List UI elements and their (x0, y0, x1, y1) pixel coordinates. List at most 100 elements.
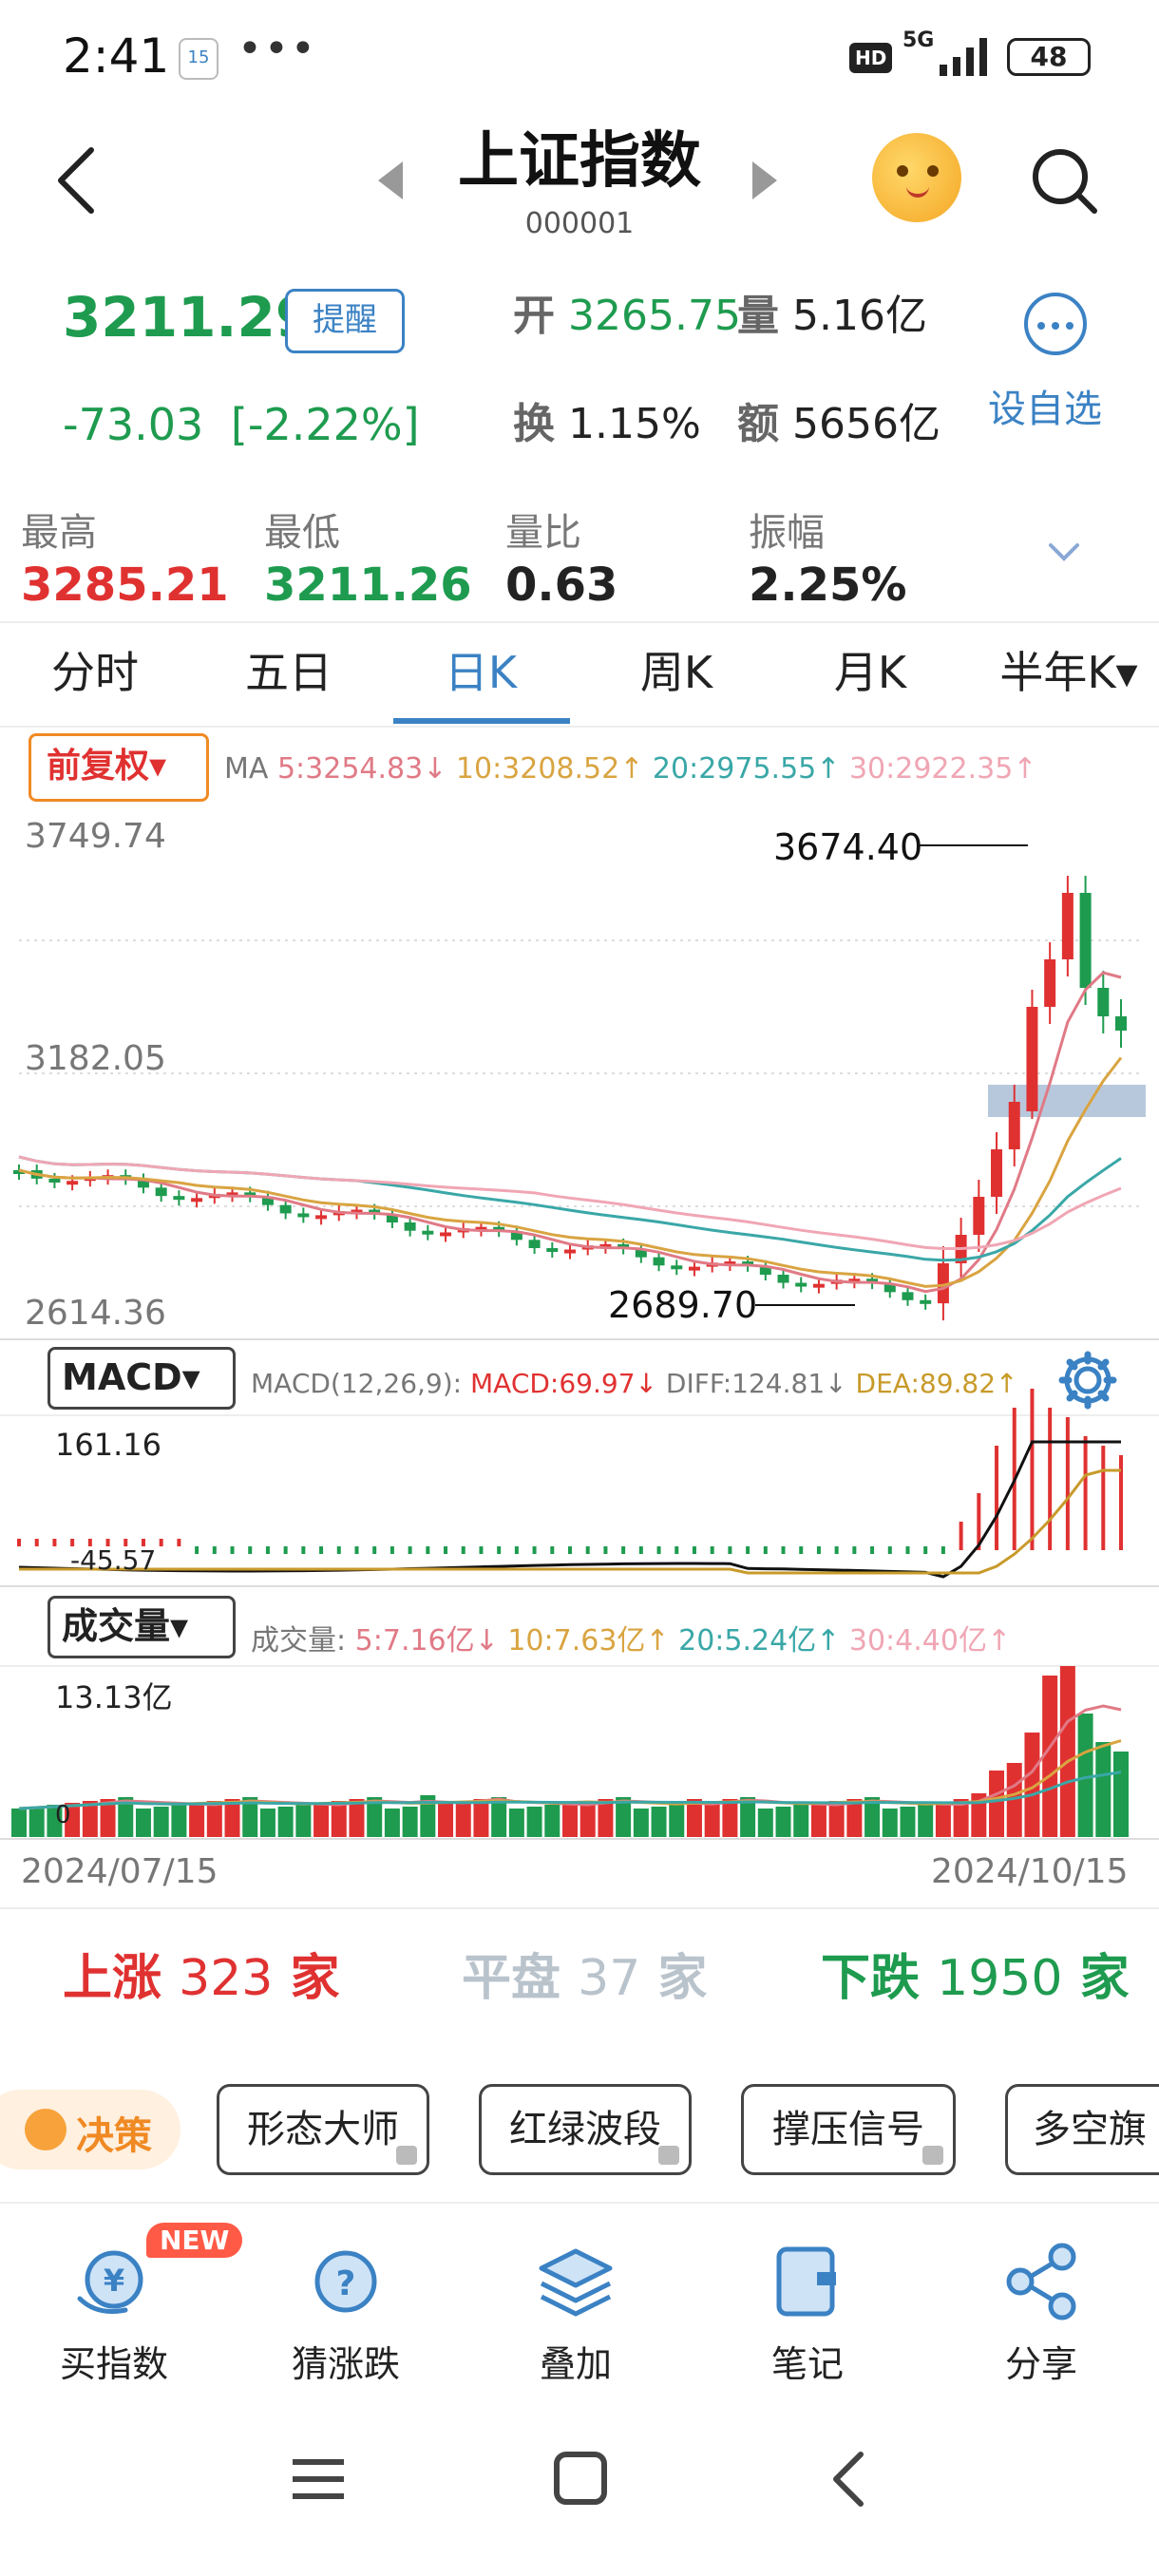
indicator-selector-macd[interactable]: MACD▾ (48, 1347, 236, 1410)
tool-label: 红绿波段 (509, 2108, 661, 2151)
macd-bar (674, 1546, 679, 1554)
nav-guess-rise-fall[interactable]: ? 猜涨跌 (260, 2242, 431, 2387)
nav-share[interactable]: 分享 (956, 2242, 1127, 2387)
lock-icon (396, 2146, 417, 2165)
macd-bar (656, 1546, 661, 1554)
macd-bar (497, 1546, 502, 1554)
nav-label: 笔记 (770, 2343, 844, 2385)
open-value: 3265.75 (568, 292, 741, 340)
volume-bar (277, 1807, 294, 1837)
volume-bar (135, 1809, 151, 1837)
flat-unit: 家 (657, 1950, 708, 2007)
candle-body (155, 1187, 167, 1197)
volume-bar (473, 1799, 489, 1837)
candle-body (66, 1181, 79, 1185)
volume-label: 量 (737, 292, 779, 340)
hd-icon: HD (849, 43, 893, 73)
nav-overlay[interactable]: 叠加 (490, 2242, 661, 2387)
nav-label: 叠加 (539, 2343, 612, 2385)
candle-body (315, 1215, 328, 1220)
alert-button[interactable]: 提醒 (285, 289, 405, 353)
macd-legend: MACD(12,26,9): MACD:69.97↓ DIFF:124.81↓ … (251, 1368, 1018, 1399)
macd-bar (585, 1546, 590, 1554)
macd-bar (283, 1546, 288, 1554)
lock-icon (922, 2146, 943, 2165)
tool-support-resistance[interactable]: 撑压信号 (741, 2084, 956, 2175)
volume-bar (402, 1807, 418, 1837)
recent-apps-icon[interactable] (285, 2451, 352, 2508)
volume-bar (828, 1801, 845, 1837)
macd-bars (17, 1389, 1123, 1554)
down-count: 1950 (937, 1950, 1063, 2007)
add-favorite-button[interactable]: 设自选 (988, 378, 1102, 433)
home-icon[interactable] (547, 2451, 614, 2508)
candle-body (1097, 988, 1110, 1016)
tab-half-year-k[interactable]: 半年K▾ (978, 638, 1159, 701)
tool-label: 多空旗 (1033, 2108, 1147, 2151)
flat-label: 平盘 (462, 1950, 561, 2007)
volume-bar (651, 1807, 667, 1837)
macd-bar (799, 1546, 804, 1554)
volume-bar (757, 1809, 773, 1837)
search-icon[interactable] (1026, 142, 1102, 218)
chevron-down-icon[interactable] (1045, 532, 1083, 570)
status-bar: 2:41 15 ••• HD 5G 48 (0, 0, 1159, 114)
more-options-icon[interactable] (1024, 293, 1087, 355)
macd-bar (1030, 1389, 1035, 1550)
macd-bar (212, 1546, 217, 1554)
nav-notes[interactable]: 笔记 (722, 2242, 893, 2387)
share-icon (1006, 2243, 1076, 2320)
system-back-icon[interactable] (817, 2451, 884, 2508)
macd-bar (390, 1546, 394, 1554)
candle-body (191, 1198, 203, 1203)
mascot-icon[interactable] (872, 133, 961, 222)
vol20-value: 20:5.24亿↑ (678, 1624, 841, 1657)
stat-value-volume-ratio: 0.63 (505, 559, 618, 612)
volume-bar (810, 1803, 826, 1837)
tab-five-day[interactable]: 五日 (222, 638, 355, 701)
open-label: 开 (513, 292, 555, 340)
vol30-value: 30:4.40亿↑ (848, 1624, 1012, 1657)
macd-bar (621, 1546, 626, 1554)
decision-button[interactable]: 决策 (0, 2090, 180, 2169)
macd-bar (852, 1546, 857, 1554)
tool-label: 形态大师 (247, 2108, 399, 2151)
volume-bar (633, 1809, 649, 1837)
tab-monthly-k[interactable]: 月K (804, 638, 937, 701)
tab-weekly-k[interactable]: 周K (610, 638, 743, 701)
volume-bar (900, 1807, 916, 1837)
up-count: 323 (179, 1950, 274, 2007)
macd-bar (195, 1546, 200, 1554)
tab-intraday[interactable]: 分时 (28, 638, 162, 701)
settings-gear-icon[interactable] (1056, 1349, 1119, 1411)
macd-value: MACD:69.97↓ (470, 1368, 657, 1399)
candle-body (422, 1230, 434, 1235)
macd-bar (959, 1522, 963, 1550)
tool-pattern-master[interactable]: 形态大师 (217, 2084, 429, 2175)
indicator-selector-volume[interactable]: 成交量▾ (48, 1596, 236, 1658)
volume-bar (1095, 1742, 1112, 1837)
down-unit: 家 (1079, 1950, 1130, 2007)
dea-line (19, 1468, 1121, 1575)
volume-bar (206, 1801, 222, 1837)
candle-body (777, 1275, 789, 1283)
nav-label: 分享 (1004, 2343, 1077, 2385)
adjust-type-selector[interactable]: 前复权▾ (28, 733, 209, 802)
current-price: 3211.29 (63, 285, 314, 350)
next-stock-icon[interactable] (752, 161, 777, 199)
volume-bar (438, 1803, 454, 1837)
macd-bar (816, 1546, 821, 1554)
vol5-value: 5:7.16亿↓ (354, 1624, 499, 1657)
svg-text:?: ? (336, 2264, 356, 2303)
tab-daily-k[interactable]: 日K (414, 638, 547, 701)
volume-bar (918, 1805, 934, 1837)
macd-lines (18, 1440, 1121, 1579)
tool-red-green-band[interactable]: 红绿波段 (479, 2084, 692, 2175)
tool-bull-bear-flag[interactable]: 多空旗 (1005, 2084, 1159, 2175)
nav-buy-index[interactable]: ¥ 买指数 (28, 2242, 200, 2387)
kline-chart[interactable] (0, 731, 1159, 1909)
candle-body (1026, 1007, 1038, 1111)
macd-bar (887, 1546, 892, 1554)
ma-legend: MA 5:3254.83↓ 10:3208.52↑ 20:2975.55↑ 30… (224, 752, 1036, 786)
volume-value: 5.16亿 (792, 292, 927, 340)
